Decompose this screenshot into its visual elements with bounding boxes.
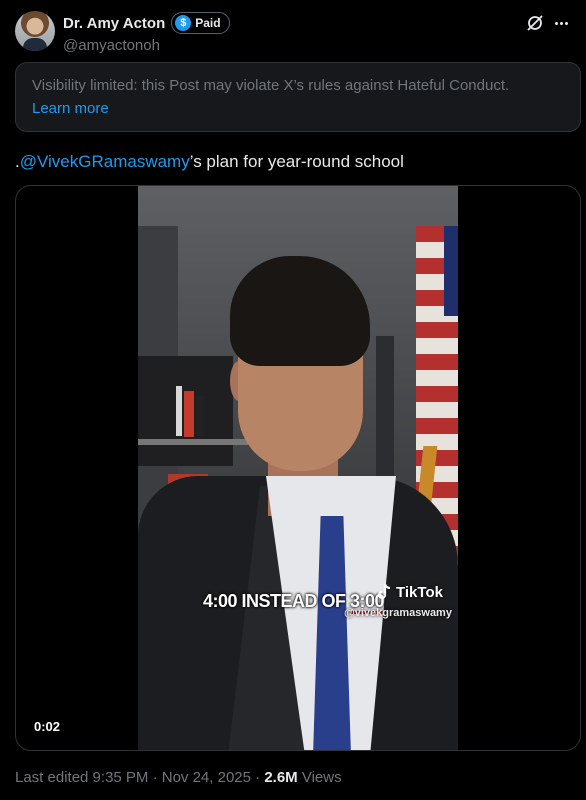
grok-icon[interactable]	[525, 13, 545, 33]
more-options-icon[interactable]	[551, 13, 571, 33]
tiktok-icon	[377, 583, 391, 600]
avatar[interactable]	[15, 11, 55, 51]
tiktok-label: TikTok	[396, 583, 443, 601]
post-header: Dr. Amy Acton $ Paid @amyactonoh	[15, 11, 571, 55]
paid-badge[interactable]: $ Paid	[171, 12, 230, 34]
handle[interactable]: @amyactonoh	[63, 37, 160, 54]
learn-more-link[interactable]: Learn more	[32, 99, 109, 119]
caption-text: 4:00 INSTEAD OF	[203, 591, 351, 611]
video-elapsed-time: 0:02	[34, 719, 61, 734]
post-meta: Last edited 9:35 PM · Nov 24, 2025 · 2.6…	[15, 769, 342, 786]
paid-badge-label: Paid	[195, 16, 221, 30]
dollar-icon: $	[175, 15, 192, 31]
post-text: .@VivekGRamaswamy’s plan for year-round …	[15, 151, 404, 173]
notice-text: Visibility limited: this Post may violat…	[32, 77, 510, 94]
video-player[interactable]: 4:00 INSTEAD OF 3:00 TikTok @vivekgramas…	[15, 185, 581, 751]
views-count: 2.6M	[264, 769, 298, 786]
views-label: Views	[297, 769, 342, 786]
tiktok-watermark: TikTok	[376, 583, 443, 601]
tiktok-handle: @vivekgramaswamy	[344, 607, 452, 619]
post-suffix: ’s plan for year-round school	[189, 152, 404, 171]
name-row: Dr. Amy Acton $ Paid	[63, 12, 230, 34]
mention-link[interactable]: @VivekGRamaswamy	[20, 152, 190, 171]
video-frame[interactable]	[138, 186, 458, 750]
edited-timestamp[interactable]: Last edited 9:35 PM · Nov 24, 2025 ·	[15, 769, 264, 786]
display-name[interactable]: Dr. Amy Acton	[63, 15, 165, 32]
visibility-notice: Visibility limited: this Post may violat…	[15, 62, 581, 132]
